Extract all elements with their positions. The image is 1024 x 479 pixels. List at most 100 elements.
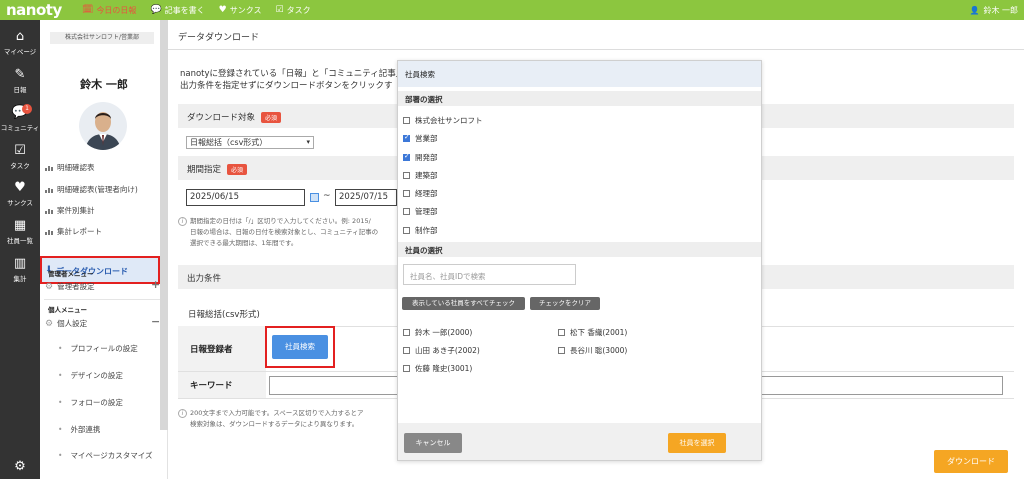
sidebar-item-stats[interactable]: ▥ 集計 bbox=[0, 256, 40, 284]
period-note: 期間指定の日付は「/」区切りで入力してください。例: 2015/ 日報の場合は、… bbox=[190, 217, 379, 247]
profile-name: 鈴木 一郎 bbox=[80, 78, 128, 91]
sidebar-link-details-admin[interactable]: 明細確認表(管理者向け) bbox=[45, 184, 138, 195]
cancel-button[interactable]: キャンセル bbox=[404, 433, 462, 453]
chart-icon bbox=[45, 229, 53, 235]
nav-thanks[interactable]: ♥ サンクス bbox=[219, 5, 262, 16]
chart-icon bbox=[45, 208, 53, 214]
nav-label: 記事を書く bbox=[164, 5, 205, 15]
info-icon: i bbox=[178, 409, 187, 418]
sidebar-item-community[interactable]: 1 💬 コミュニティ bbox=[0, 104, 40, 132]
heart-icon: ♥ bbox=[14, 180, 26, 195]
dept-checkbox[interactable]: 制作部 bbox=[403, 225, 438, 236]
gear-icon: ⚙ bbox=[45, 281, 54, 292]
user-menu[interactable]: 👤 鈴木 一郎 bbox=[969, 0, 1018, 20]
sidebar-item-task[interactable]: ☑ タスク bbox=[0, 144, 40, 171]
sidebar-link-report[interactable]: 集計レポート bbox=[45, 226, 102, 237]
app-logo[interactable]: nanoty bbox=[6, 1, 62, 19]
checkbox[interactable] bbox=[403, 208, 410, 215]
nav-label: タスク bbox=[286, 5, 311, 15]
output-format-label: 日報総括(csv形式) bbox=[188, 310, 260, 320]
icon-sidebar: ⌂ マイページ ✎ 日報 1 💬 コミュニティ ☑ タスク ♥ サンクス ▦ 社… bbox=[0, 20, 40, 479]
sidebar-link-project-stats[interactable]: 案件別集計 bbox=[45, 205, 95, 216]
download-target-select[interactable]: 日報総括（csv形式） ▾ bbox=[186, 136, 314, 149]
calendar-icon[interactable] bbox=[310, 193, 319, 202]
home-icon: ⌂ bbox=[15, 29, 25, 44]
sidebar-link-details[interactable]: 明細確認表 bbox=[45, 162, 95, 173]
stats-icon: ▥ bbox=[13, 256, 27, 271]
checkbox[interactable] bbox=[403, 227, 410, 234]
date-to-input[interactable]: 2025/07/15 bbox=[335, 189, 397, 206]
expand-icon[interactable]: + bbox=[151, 278, 160, 291]
modal-header: 社員検索 bbox=[398, 61, 761, 87]
dept-checkbox[interactable]: 株式会社サンロフト bbox=[403, 115, 483, 126]
personal-settings[interactable]: ⚙ 個人設定 bbox=[45, 318, 87, 329]
personal-menu-heading: 個人メニュー bbox=[48, 306, 87, 314]
nav-task[interactable]: ☑ タスク bbox=[276, 5, 311, 16]
checkbox[interactable] bbox=[403, 365, 410, 372]
sidebar-item-design[interactable]: デザインの設定 bbox=[58, 370, 123, 381]
employee-search-button[interactable]: 社員検索 bbox=[272, 335, 328, 359]
reporter-label: 日報登録者 bbox=[190, 344, 233, 355]
top-nav: 🗓 今日の日報 💬 記事を書く ♥ サンクス ☑ タスク bbox=[82, 0, 325, 20]
nav-label: サンクス bbox=[229, 5, 262, 15]
dept-checkbox[interactable]: 開発部 bbox=[403, 152, 438, 163]
settings-button[interactable]: ⚙ bbox=[0, 460, 40, 474]
employee-search-input[interactable]: 社員名、社員IDで検索 bbox=[403, 264, 576, 285]
page-header: データダウンロード bbox=[168, 20, 1024, 50]
dept-checkbox[interactable]: 営業部 bbox=[403, 133, 438, 144]
avatar[interactable] bbox=[79, 102, 127, 150]
checkbox[interactable] bbox=[558, 347, 565, 354]
sidebar-item-report[interactable]: ✎ 日報 bbox=[0, 68, 40, 95]
divider bbox=[44, 299, 160, 300]
community-icon: 💬 bbox=[11, 105, 29, 120]
required-badge: 必須 bbox=[227, 164, 248, 175]
required-badge: 必須 bbox=[261, 112, 282, 123]
user-icon: 👤 bbox=[969, 5, 980, 15]
employee-checkbox[interactable]: 長谷川 聡(3000) bbox=[558, 345, 627, 356]
clear-check-button[interactable]: チェックをクリア bbox=[530, 297, 600, 310]
nav-write-article[interactable]: 💬 記事を書く bbox=[150, 5, 204, 16]
employee-checkbox[interactable]: 佐藤 隆史(3001) bbox=[403, 363, 472, 374]
keyword-label: キーワード bbox=[190, 381, 233, 391]
dept-checkbox[interactable]: 経理部 bbox=[403, 188, 438, 199]
sidebar-item-profile[interactable]: プロフィールの設定 bbox=[58, 343, 137, 354]
checkbox[interactable] bbox=[403, 117, 410, 124]
employee-search-highlight: 社員検索 bbox=[265, 326, 335, 368]
nav-today-report[interactable]: 🗓 今日の日報 bbox=[82, 5, 136, 16]
checkbox[interactable] bbox=[558, 329, 565, 336]
checkbox[interactable] bbox=[403, 190, 410, 197]
sidebar-item-thanks[interactable]: ♥ サンクス bbox=[0, 180, 40, 208]
download-button[interactable]: ダウンロード bbox=[934, 450, 1008, 473]
sidebar-scrollbar[interactable] bbox=[160, 20, 168, 430]
employee-checkbox[interactable]: 松下 香織(2001) bbox=[558, 327, 627, 338]
dept-checkbox[interactable]: 建築部 bbox=[403, 170, 438, 181]
page-title: データダウンロード bbox=[178, 33, 260, 43]
sidebar-item-mypage-customize[interactable]: マイページカスタマイズ bbox=[58, 450, 152, 461]
task-icon: ☑ bbox=[275, 5, 284, 15]
checkbox[interactable] bbox=[403, 172, 410, 179]
check-all-button[interactable]: 表示している社員をすべてチェック bbox=[402, 297, 525, 310]
checkbox[interactable] bbox=[403, 329, 410, 336]
date-from-input[interactable]: 2025/06/15 bbox=[186, 189, 305, 206]
company-label: 株式会社サンロフト/営業部 bbox=[50, 32, 154, 44]
employee-checkbox[interactable]: 鈴木 一郎(2000) bbox=[403, 327, 472, 338]
sidebar-item-follow[interactable]: フォローの設定 bbox=[58, 397, 123, 408]
chart-icon bbox=[45, 187, 53, 193]
collapse-icon[interactable]: − bbox=[151, 315, 160, 328]
employee-checkbox[interactable]: 山田 あき子(2002) bbox=[403, 345, 480, 356]
modal-title: 社員検索 bbox=[405, 70, 435, 79]
checkbox-checked[interactable] bbox=[403, 133, 410, 142]
secondary-sidebar: 株式会社サンロフト/営業部 鈴木 一郎 明細確認表 明細確認表(管理者向け) 案… bbox=[40, 20, 168, 479]
nav-label: 今日の日報 bbox=[96, 5, 137, 15]
dept-checkbox[interactable]: 管理部 bbox=[403, 206, 438, 217]
sidebar-item-employees[interactable]: ▦ 社員一覧 bbox=[0, 219, 40, 246]
admin-settings[interactable]: ⚙ 管理者設定 bbox=[45, 281, 95, 292]
sidebar-item-mypage[interactable]: ⌂ マイページ bbox=[0, 29, 40, 57]
checkbox-checked[interactable] bbox=[403, 152, 410, 161]
sidebar-item-external[interactable]: 外部連携 bbox=[58, 424, 100, 435]
dept-section-header: 部署の選択 bbox=[398, 91, 761, 106]
select-employee-button[interactable]: 社員を選択 bbox=[668, 433, 726, 453]
chat-icon: 💬 bbox=[150, 5, 162, 15]
top-bar: nanoty 🗓 今日の日報 💬 記事を書く ♥ サンクス ☑ タスク 👤 鈴木… bbox=[0, 0, 1024, 20]
checkbox[interactable] bbox=[403, 347, 410, 354]
